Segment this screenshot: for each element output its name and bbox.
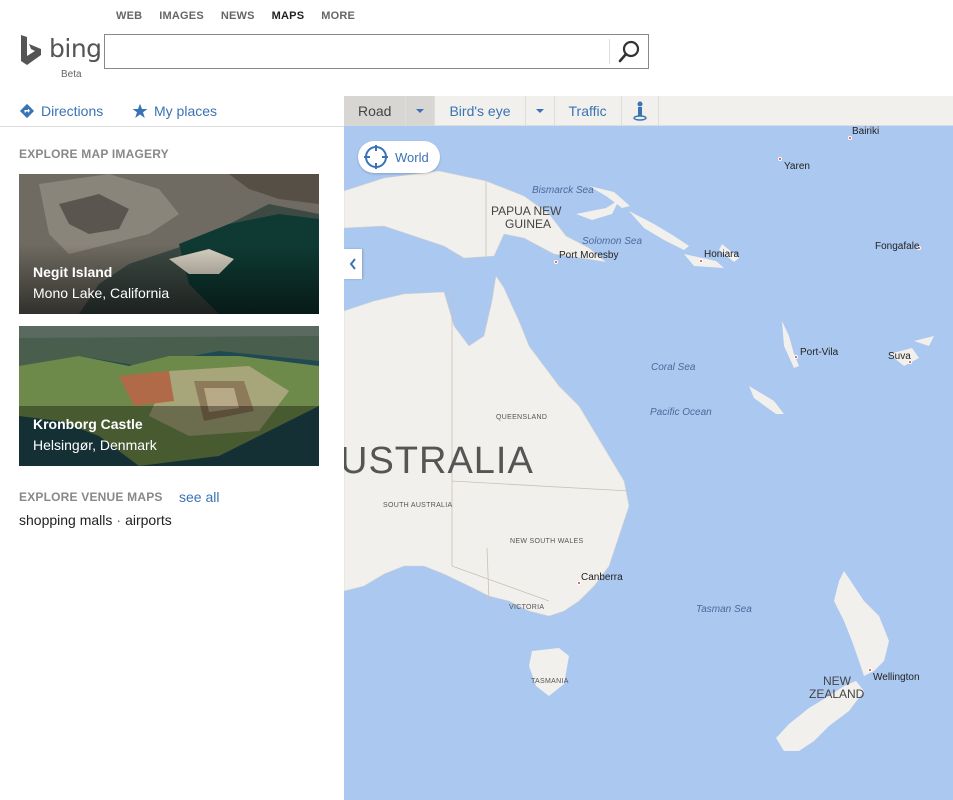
streetside-person-icon [632, 101, 647, 121]
bing-logo[interactable]: bing Beta [19, 33, 102, 83]
collapse-panel-button[interactable] [344, 249, 362, 279]
locate-icon [364, 145, 388, 169]
nav-maps[interactable]: MAPS [272, 10, 305, 22]
imagery-card-negit-island[interactable]: Negit Island Mono Lake, California [19, 174, 319, 314]
city-dot-honiara [699, 259, 703, 263]
beta-label: Beta [61, 69, 82, 80]
label-port-moresby: Port Moresby [559, 250, 619, 261]
label-tasman-sea: Tasman Sea [696, 604, 752, 615]
label-nsw: NEW SOUTH WALES [510, 538, 584, 545]
search-button[interactable] [614, 38, 644, 66]
left-panel: Directions My places EXPLORE MAP IMAGERY [0, 96, 344, 800]
label-bismarck-sea: Bismarck Sea [532, 185, 594, 196]
label-guinea: GUINEA [505, 217, 552, 231]
panel-toolbar: Directions My places [0, 96, 344, 127]
city-dot-port-moresby [554, 260, 558, 264]
nav-images[interactable]: IMAGES [159, 10, 204, 22]
birds-eye-button[interactable]: Bird's eye [435, 96, 526, 126]
nav-news[interactable]: NEWS [221, 10, 255, 22]
explore-imagery-title: EXPLORE MAP IMAGERY [19, 147, 169, 161]
new-ireland-land [589, 186, 630, 208]
birds-eye-options-button[interactable] [526, 96, 555, 126]
tasmania-land [529, 648, 569, 696]
fiji-north-land [914, 336, 934, 346]
nav-web[interactable]: WEB [116, 10, 142, 22]
search-divider [609, 39, 610, 64]
label-queensland: QUEENSLAND [496, 414, 548, 421]
venue-link-airports[interactable]: airports [125, 512, 172, 528]
city-dot-yaren [778, 157, 782, 161]
venue-link-shopping-malls[interactable]: shopping malls [19, 512, 112, 528]
directions-label: Directions [41, 103, 104, 119]
new-caledonia-land [749, 386, 784, 414]
label-solomon-sea: Solomon Sea [582, 236, 643, 247]
chevron-down-icon [535, 109, 544, 113]
my-places-link[interactable]: My places [132, 103, 217, 119]
top-nav: WEB IMAGES NEWS MAPS MORE [116, 10, 372, 22]
label-bairiki: Bairiki [852, 126, 880, 137]
chevron-left-icon [349, 258, 356, 270]
search-icon [618, 40, 640, 63]
label-nz-zealand: ZEALAND [809, 687, 865, 701]
bing-wordmark: bing [49, 34, 102, 63]
card-subtitle: Mono Lake, California [33, 285, 170, 301]
label-tasmania: TASMANIA [531, 678, 569, 685]
label-south-australia: SOUTH AUSTRALIA [383, 502, 453, 509]
new-britain-land [576, 200, 619, 220]
my-places-label: My places [154, 103, 218, 119]
streetside-button[interactable] [622, 96, 659, 126]
imagery-card-kronborg-castle[interactable]: Kronborg Castle Helsingør, Denmark [19, 326, 319, 466]
label-australia: USTRALIA [344, 440, 534, 482]
header: WEB IMAGES NEWS MAPS MORE bing Beta [0, 0, 953, 96]
directions-icon [19, 103, 35, 119]
venue-links: shopping malls · airports [19, 512, 172, 528]
label-canberra: Canberra [581, 572, 623, 583]
card-subtitle: Helsingør, Denmark [33, 437, 157, 453]
label-coral-sea: Coral Sea [651, 362, 696, 373]
label-victoria: VICTORIA [509, 604, 545, 611]
search-box [104, 34, 649, 69]
chevron-down-icon [416, 109, 425, 113]
label-suva: Suva [888, 351, 911, 362]
label-wellington: Wellington [873, 672, 920, 683]
city-dot-wellington [868, 668, 872, 672]
map-toolbar: Road Bird's eye Traffic [344, 96, 953, 126]
label-port-vila: Port-Vila [800, 347, 839, 358]
star-icon [132, 103, 148, 118]
map-view[interactable]: USTRALIA PAPUA NEW GUINEA NEW ZEALAND QU… [344, 96, 953, 800]
label-pacific-ocean: Pacific Ocean [650, 407, 712, 418]
search-input[interactable] [105, 35, 608, 68]
card-title: Negit Island [33, 264, 113, 280]
bing-b-icon [21, 35, 41, 65]
directions-link[interactable]: Directions [19, 103, 103, 119]
vanuatu-land [782, 321, 799, 368]
world-label: World [395, 149, 429, 165]
road-options-button[interactable] [406, 96, 436, 126]
label-yaren: Yaren [784, 161, 810, 172]
world-button[interactable]: World [358, 141, 440, 173]
card-title: Kronborg Castle [33, 416, 143, 432]
road-view-button[interactable]: Road [344, 96, 407, 126]
venue-separator: · [116, 512, 122, 528]
traffic-button[interactable]: Traffic [555, 96, 622, 126]
label-fongafale: Fongafale [875, 241, 920, 252]
explore-venue-title: EXPLORE VENUE MAPS [19, 490, 163, 504]
nz-north-island-land [834, 571, 889, 676]
city-dot-port-vila [794, 355, 798, 359]
label-honiara: Honiara [704, 249, 740, 260]
see-all-link[interactable]: see all [179, 489, 219, 505]
nav-more[interactable]: MORE [321, 10, 355, 22]
